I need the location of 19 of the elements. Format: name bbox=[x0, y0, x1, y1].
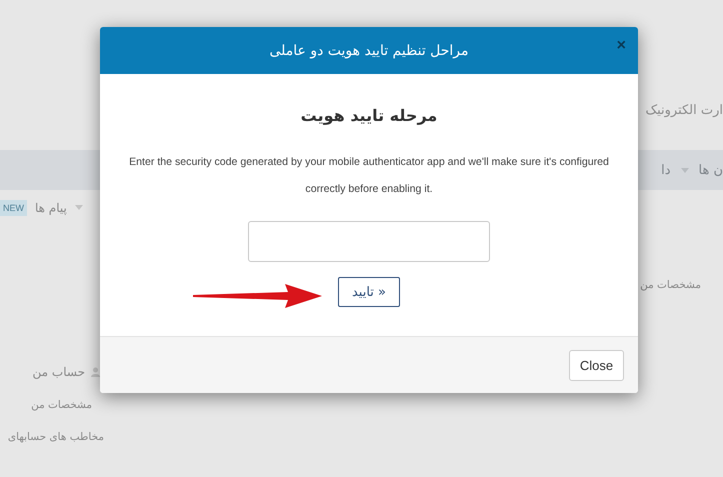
user-icon bbox=[91, 367, 100, 377]
messages-menu[interactable]: پیام ها bbox=[35, 200, 67, 214]
close-button[interactable]: × bbox=[616, 37, 626, 55]
instructions-text: Enter the security code generated by your mobile authenticator app and we'll make sure it's configured correctly before enabling it. bbox=[128, 155, 610, 197]
caret-icon bbox=[74, 205, 83, 210]
sidebar-link[interactable]: مشخصات من bbox=[31, 399, 120, 411]
nav-item[interactable]: ن ها bbox=[698, 162, 723, 178]
profile-label: مشخصات من bbox=[640, 279, 701, 291]
site-title: ارت الکترونیک bbox=[645, 103, 723, 120]
sidebar-heading: حساب من bbox=[32, 365, 85, 379]
modal-title: مراحل تنظیم تایید هویت دو عاملی bbox=[269, 42, 469, 58]
confirm-button[interactable]: « تایید bbox=[338, 277, 400, 307]
nav-item[interactable]: دا bbox=[661, 162, 670, 178]
step-heading: مرحله تایید هویت bbox=[300, 106, 438, 125]
close-button[interactable]: Close bbox=[569, 350, 624, 380]
caret-icon bbox=[680, 168, 688, 172]
sidebar-link[interactable]: مخاطب های حسابهای bbox=[8, 431, 120, 443]
new-badge: NEW bbox=[0, 200, 27, 216]
code-input[interactable] bbox=[248, 221, 490, 262]
